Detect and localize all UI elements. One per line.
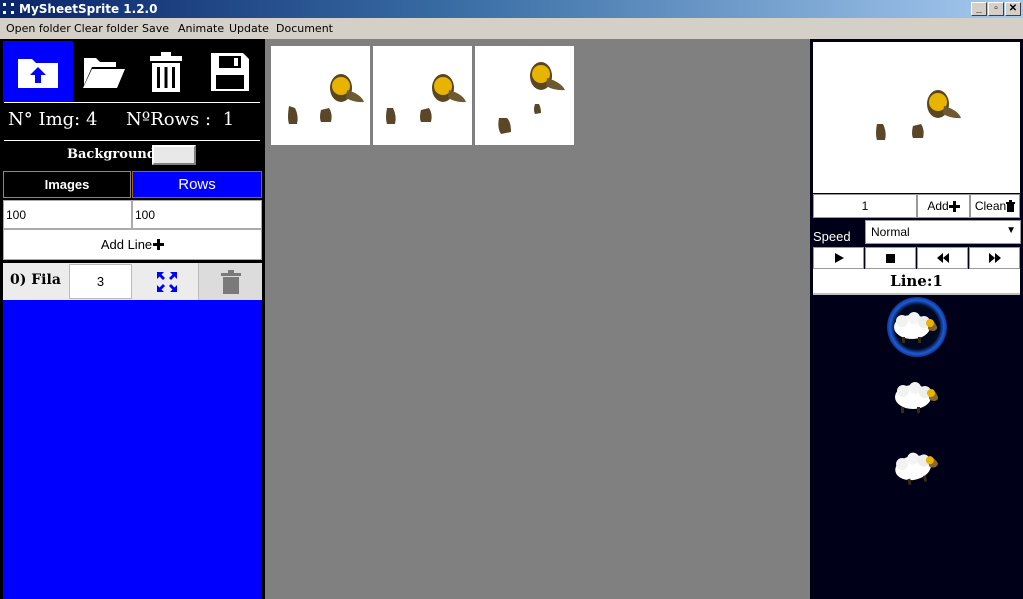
sheep-frame-image [386,74,466,124]
plus-icon [153,239,165,250]
counts-divider [4,140,260,141]
tab-rows[interactable]: Rows [132,171,262,198]
fila-label: 0) Fila [10,272,61,288]
background-color-picker[interactable] [152,145,196,165]
app-window: MySheetSprite 1.2.0 _ ▫ ✕ Open folder Cl… [0,0,1023,599]
frame-controls: 1 Add Clean [813,194,1020,218]
line-divider [813,293,1020,295]
animation-preview [813,42,1020,193]
sprite-frame-3[interactable] [475,46,574,145]
row-delete-button[interactable] [198,263,262,300]
sheep-icon [894,312,938,343]
rewind-button[interactable] [917,247,968,269]
clean-label: Clean [974,199,1007,213]
speed-label: Speed [813,229,851,244]
tabs: Images Rows [3,171,262,198]
sheep-icon [895,452,938,485]
fila-count-input[interactable]: 3 [69,264,132,299]
toolbar-divider [4,102,260,103]
window-title: MySheetSprite 1.2.0 [19,2,158,16]
add-line-label: Add Line [100,237,153,252]
menu-animate[interactable]: Animate [178,22,224,35]
image-count: N° Img: 4 [8,109,97,130]
open-folder-button[interactable] [73,41,135,102]
dropdown-arrow-icon: ▼ [1006,225,1016,236]
left-panel: N° Img: 4 NºRows : 1 Background Images R… [0,39,265,599]
delete-button[interactable] [135,41,197,102]
speed-select[interactable]: Normal ▼ [865,220,1021,244]
speed-value: Normal [871,225,910,239]
background-label: Background [67,147,156,162]
menu-save[interactable]: Save [142,22,169,35]
rows-count: NºRows : 1 [126,109,234,130]
animation-frame-1[interactable] [887,297,947,357]
title-bar: MySheetSprite 1.2.0 _ ▫ ✕ [0,0,1023,18]
menu-update[interactable]: Update [229,22,269,35]
stop-icon [886,253,895,263]
sprite-frame-2[interactable] [373,46,472,145]
menu-clear-folder[interactable]: Clear folder [74,22,138,35]
row-frames-area[interactable] [3,300,262,599]
play-button[interactable] [813,247,864,269]
frame-index-input[interactable]: 1 [813,194,917,218]
sheep-frame-image [288,74,364,124]
floppy-icon [210,52,249,91]
preview-sheep-image [876,90,961,140]
play-icon [834,253,844,263]
close-button[interactable]: ✕ [1005,2,1021,16]
clean-button[interactable]: Clean [970,194,1020,218]
menu-open-folder[interactable]: Open folder [6,22,71,35]
image-count-value: 4 [85,109,98,130]
menu-document[interactable]: Document [276,22,333,35]
player-controls [813,247,1020,269]
tab-images[interactable]: Images [3,171,131,198]
add-line-button[interactable]: Add Line [3,229,262,260]
stop-button[interactable] [865,247,916,269]
upload-button[interactable] [3,41,73,102]
sheep-icon [895,382,939,413]
images-size-input[interactable]: 100 [3,200,132,229]
save-button[interactable] [197,41,262,102]
sprite-frame-1[interactable] [271,46,370,145]
expand-button[interactable] [136,263,198,300]
trash-icon [150,51,182,92]
rows-size-input[interactable]: 100 [132,200,262,229]
fila-row: 0) Fila 3 [3,263,262,300]
menu-bar: Open folder Clear folder Save Animate Up… [0,18,1023,39]
image-count-label: N° Img: [8,109,81,130]
fast-forward-button[interactable] [969,247,1020,269]
fast-forward-icon [988,253,1001,263]
rows-count-value: 1 [222,109,235,130]
background-row: Background [0,143,265,167]
line-label: Line:1 [813,269,1020,293]
plus-icon [948,200,960,212]
speed-row: Speed Normal ▼ [810,220,1023,244]
add-frame-label: Add [927,199,949,213]
upload-icon [18,58,58,88]
trash-icon [1006,200,1016,212]
sheep-frame-image [498,62,565,134]
add-frame-button[interactable]: Add [917,194,970,218]
right-panel: 1 Add Clean Speed Normal ▼ Line:1 [810,39,1023,599]
minimize-button[interactable]: _ [971,2,987,16]
maximize-button[interactable]: ▫ [988,2,1004,16]
animation-frame-2[interactable] [888,367,948,427]
rows-count-label: NºRows : [126,109,212,130]
app-logo-icon [3,3,15,15]
folder-open-icon [83,57,125,88]
rewind-icon [936,253,949,263]
sprite-canvas[interactable] [265,39,810,599]
animation-frame-3[interactable] [888,437,948,497]
trash-icon [220,269,241,294]
size-inputs: 100 100 [3,200,262,229]
expand-icon [157,271,177,292]
